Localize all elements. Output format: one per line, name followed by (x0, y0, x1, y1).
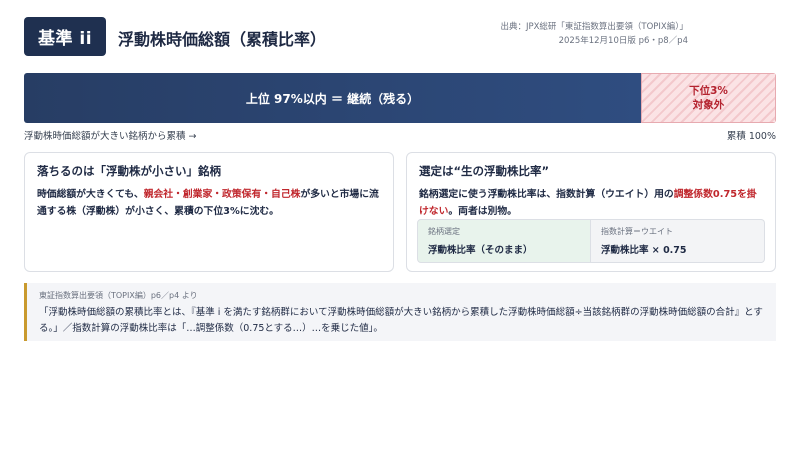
index-calc-box-label: 指数計算＝ウエイト (601, 227, 673, 236)
card-small-free-float: 落ちるのは「浮動株が小さい」銘柄 時価総額が大きくても、親会社・創業家・政策保有… (24, 152, 394, 272)
excluded-segment-percent: 下位3% (689, 85, 728, 97)
card-body-text: 時価総額が大きくても、 (37, 189, 144, 200)
index-calc-box: 指数計算＝ウエイト 浮動株比率 × 0.75 (591, 219, 765, 263)
card-title: 落ちるのは「浮動株が小さい」銘柄 (37, 164, 221, 178)
excluded-segment-label: 対象外 (692, 99, 725, 111)
selection-box-value: 浮動株比率（そのまま） (428, 245, 533, 256)
bar-axis-left-label: 浮動株時価総額が大きい銘柄から累積 → (24, 131, 197, 142)
cumulative-ratio-bar: 上位 97%以内 ＝ 継続（残る） 下位3% 対象外 (24, 73, 776, 123)
source-line-2: 2025年12月10日版 p6・p8／p4 (558, 36, 688, 46)
page-title: 浮動株時価総額（累積比率） (118, 30, 327, 49)
excluded-segment: 下位3% 対象外 (641, 73, 776, 123)
retained-segment-label: 上位 97%以内 ＝ 継続（残る） (245, 91, 420, 106)
card-body-highlight: 親会社・創業家・政策保有・自己株 (143, 189, 301, 200)
quote-text: 「浮動株時価総額の累積比率とは、『基準 i を満たす銘柄群において浮動株時価総額… (39, 307, 763, 334)
index-calc-box-value: 浮動株比率 × 0.75 (601, 245, 687, 256)
comparison-row: 銘柄選定 浮動株比率（そのまま） 指数計算＝ウエイト 浮動株比率 × 0.75 (417, 219, 765, 263)
bar-axis-right-label: 累積 100% (726, 131, 776, 142)
card-title: 選定は“生の浮動株比率” (419, 164, 550, 178)
card-body: 銘柄選定に使う浮動株比率は、指数計算（ウエイト）用の調整係数0.75を掛けない。… (419, 186, 763, 220)
card-raw-free-float-ratio: 選定は“生の浮動株比率” 銘柄選定に使う浮動株比率は、指数計算（ウエイト）用の調… (406, 152, 776, 272)
retained-segment: 上位 97%以内 ＝ 継続（残る） (24, 73, 641, 123)
selection-box-label: 銘柄選定 (428, 227, 460, 236)
source-citation: 出典：JPX総研「東証指数算出要領（TOPIX編）」 2025年12月10日版 … (500, 20, 688, 48)
section-badge: 基準 ii (24, 17, 106, 56)
card-body-text: 銘柄選定に使う浮動株比率は、指数計算（ウエイト）用の (419, 189, 674, 200)
quote-note: 東証指数算出要領（TOPIX編）p6／p4 より 「浮動株時価総額の累積比率とは… (24, 283, 776, 341)
quote-source: 東証指数算出要領（TOPIX編）p6／p4 より (39, 291, 198, 300)
card-body: 時価総額が大きくても、親会社・創業家・政策保有・自己株が多いと市場に流通する株（… (37, 186, 381, 220)
selection-box: 銘柄選定 浮動株比率（そのまま） (417, 219, 591, 263)
source-line-1: 出典：JPX総研「東証指数算出要領（TOPIX編）」 (500, 22, 688, 32)
card-body-text: 。両者は別物。 (448, 206, 517, 217)
